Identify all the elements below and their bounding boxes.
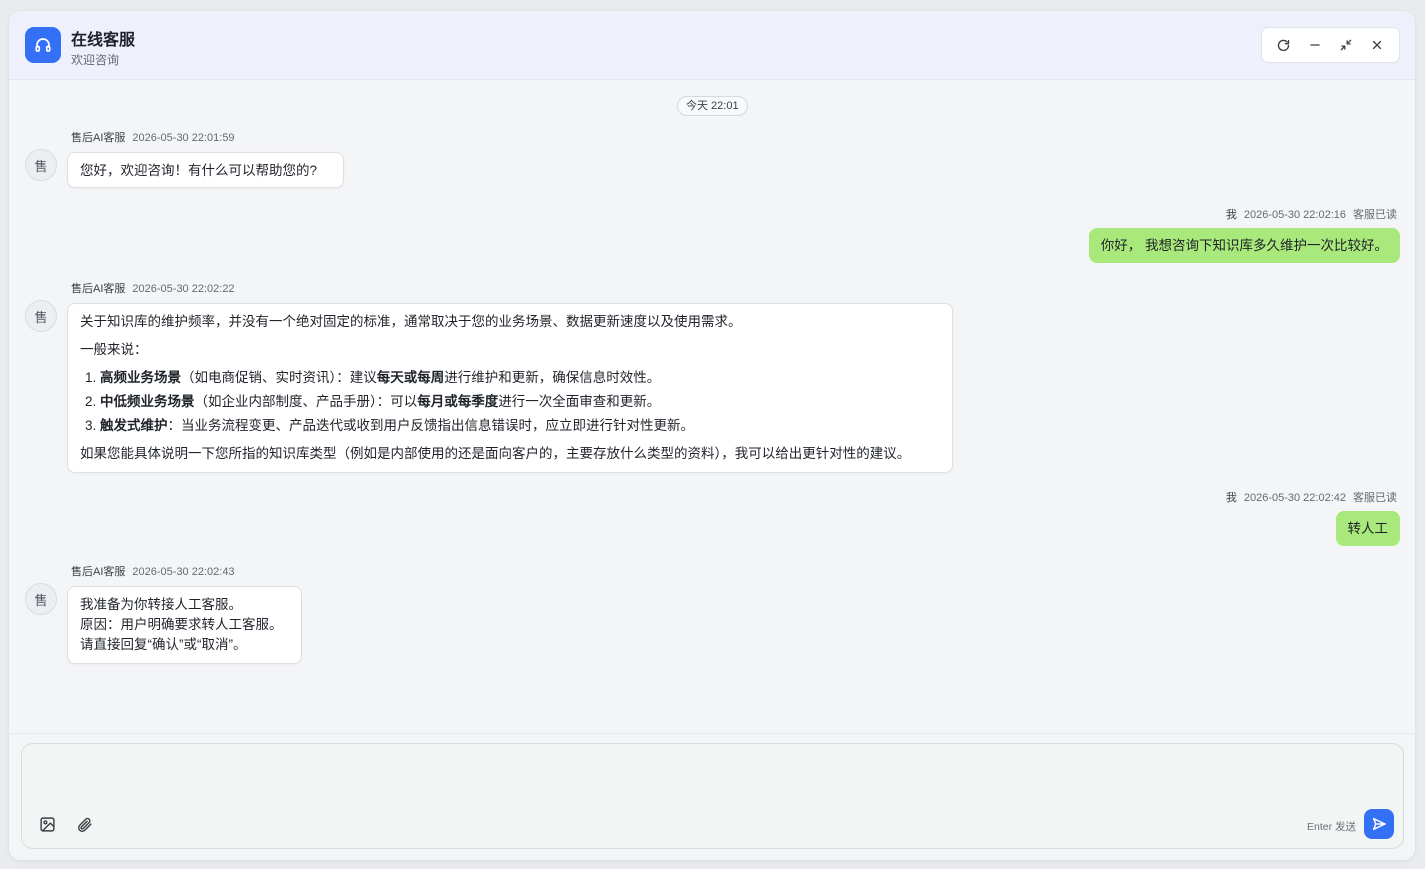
advice-list: 高频业务场景（如电商促销、实时资讯）：建议每天或每周进行维护和更新，确保信息时效… <box>100 368 940 436</box>
message-outro: 如果您能具体说明一下您所指的知识库类型（例如是内部使用的还是面向客户的，主要存放… <box>80 446 911 461</box>
read-status: 客服已读 <box>1353 209 1397 221</box>
bot-message-bubble: 您好，欢迎咨询！有什么可以帮助您的? <box>67 152 344 188</box>
message-meta: 我 2026-05-30 22:02:42 客服已读 <box>1226 489 1397 505</box>
composer-area: Enter 发送 <box>9 733 1415 860</box>
message-intro: 关于知识库的维护频率，并没有一个绝对固定的标准，通常取决于您的业务场景、数据更新… <box>80 314 742 329</box>
bot-message-bubble: 关于知识库的维护频率，并没有一个绝对固定的标准，通常取决于您的业务场景、数据更新… <box>67 303 953 473</box>
message-text: 你好， 我想咨询下知识库多久维护一次比较好。 <box>1100 238 1388 253</box>
send-icon <box>1372 817 1386 831</box>
paperclip-icon[interactable] <box>72 812 96 836</box>
collapse-icon[interactable] <box>1333 32 1359 58</box>
message-input[interactable]: Enter 发送 <box>21 743 1404 849</box>
sender-name: 售后AI客服 <box>71 566 126 578</box>
sender-name: 售后AI客服 <box>71 132 126 144</box>
list-item: 触发式维护：当业务流程变更、产品迭代或收到用户反馈指出信息错误时，应立即进行针对… <box>100 416 940 436</box>
send-hint: Enter 发送 <box>1306 821 1356 833</box>
message-text: 您好，欢迎咨询！有什么可以帮助您的? <box>80 163 318 178</box>
window-controls <box>1261 27 1400 63</box>
message-text: 转人工 <box>1347 521 1389 536</box>
message-time: 2026-05-30 22:01:59 <box>132 132 235 144</box>
message-time: 2026-05-30 22:02:16 <box>1243 209 1346 221</box>
user-message-bubble: 你好， 我想咨询下知识库多久维护一次比较好。 <box>1088 228 1400 263</box>
list-item: 中低频业务场景（如企业内部制度、产品手册）：可以每月或每季度进行一次全面审查和更… <box>100 392 940 412</box>
avatar: 售 <box>25 149 57 181</box>
message-meta: 售后AI客服 2026-05-30 22:02:43 <box>71 563 235 579</box>
sender-name: 我 <box>1225 209 1237 221</box>
minimize-icon[interactable] <box>1302 32 1328 58</box>
chat-window: 在线客服 欢迎咨询 今天 22:01 售后AI客服 2026-05-30 22:… <box>9 11 1415 860</box>
send-button[interactable] <box>1364 809 1394 839</box>
date-divider: 今天 22:01 <box>677 96 748 116</box>
message-line: 我准备为你转接人工客服。 <box>80 597 242 612</box>
message-line: 请直接回复“确认”或“取消”。 <box>80 637 247 652</box>
message-time: 2026-05-30 22:02:42 <box>1243 492 1346 504</box>
avatar: 售 <box>25 300 57 332</box>
user-message-bubble: 转人工 <box>1335 511 1400 546</box>
message-meta: 我 2026-05-30 22:02:16 客服已读 <box>1226 206 1397 222</box>
bot-message-bubble: 我准备为你转接人工客服。 原因：用户明确要求转人工客服。 请直接回复“确认”或“… <box>67 586 302 664</box>
message-time: 2026-05-30 22:02:43 <box>132 566 235 578</box>
headset-icon <box>25 27 61 63</box>
chat-title: 在线客服 <box>71 32 136 49</box>
sender-name: 售后AI客服 <box>71 283 126 295</box>
close-icon[interactable] <box>1364 32 1390 58</box>
message-time: 2026-05-30 22:02:22 <box>132 283 235 295</box>
read-status: 客服已读 <box>1353 492 1397 504</box>
chat-subtitle: 欢迎咨询 <box>71 53 120 67</box>
message-meta: 售后AI客服 2026-05-30 22:01:59 <box>71 129 235 145</box>
list-item: 高频业务场景（如电商促销、实时资讯）：建议每天或每周进行维护和更新，确保信息时效… <box>100 368 940 388</box>
refresh-icon[interactable] <box>1271 32 1297 58</box>
message-list[interactable]: 今天 22:01 售后AI客服 2026-05-30 22:01:59 售 您好，… <box>9 81 1415 731</box>
message-line: 原因：用户明确要求转人工客服。 <box>80 617 283 632</box>
avatar: 售 <box>25 583 57 615</box>
message-meta: 售后AI客服 2026-05-30 22:02:22 <box>71 280 235 296</box>
chat-header: 在线客服 欢迎咨询 <box>9 11 1415 80</box>
sender-name: 我 <box>1225 492 1237 504</box>
image-icon[interactable] <box>35 812 59 836</box>
message-lead: 一般来说： <box>80 342 148 357</box>
